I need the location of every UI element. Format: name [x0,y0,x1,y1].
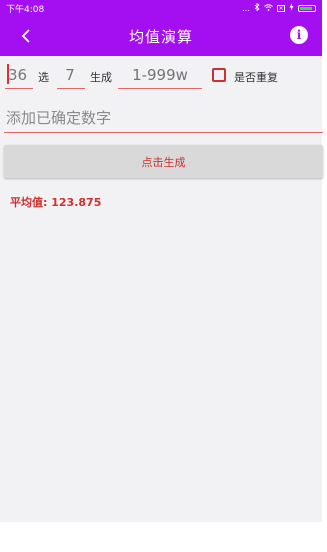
select-count-underline [57,88,85,89]
app-screen: 下午4:08 … × 均值演算 i 选 [0,0,323,522]
select-label: 选 [38,71,49,84]
average-label: 平均值: [10,196,48,209]
range-underline [118,88,202,89]
info-icon: i [296,28,302,42]
confirmed-numbers-input[interactable] [6,104,322,132]
generator-settings-row: 选 生成 是否重复 [0,60,322,90]
more-dots-icon: … [242,3,250,13]
status-bar: 下午4:08 … × [0,0,322,16]
average-result: 平均值: 123.875 [10,194,101,210]
battery-icon [298,4,316,12]
repeat-checkbox[interactable] [212,68,226,82]
total-count-input[interactable] [8,64,30,86]
status-icons: … × [242,2,316,13]
app-bar: 均值演算 i [0,16,322,56]
generate-label: 生成 [90,71,112,84]
select-count-input[interactable] [57,64,83,86]
range-input[interactable] [120,64,200,86]
back-button[interactable] [12,22,40,50]
confirmed-numbers-underline [4,132,323,133]
repeat-label: 是否重复 [234,71,278,84]
sim-icon: × [277,4,285,12]
back-arrow-icon [21,29,30,43]
bluetooth-icon [254,2,260,13]
average-value: 123.875 [51,196,102,209]
generate-button[interactable]: 点击生成 [4,145,323,178]
page-title: 均值演算 [128,27,193,46]
total-count-underline [5,88,33,89]
info-button[interactable]: i [290,26,308,44]
status-time: 下午4:08 [6,4,45,15]
wifi-icon [264,3,273,13]
charging-icon [289,3,294,13]
